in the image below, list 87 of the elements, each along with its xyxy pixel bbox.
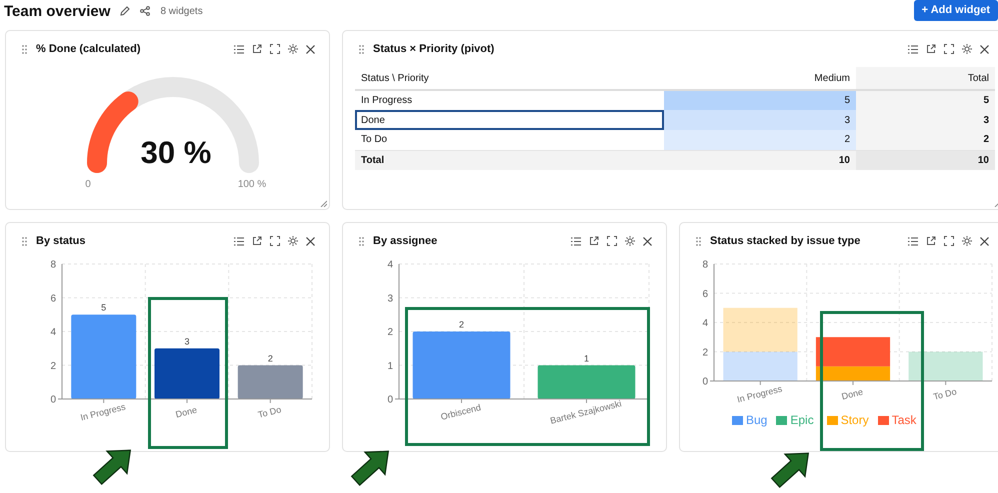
drag-handle-icon[interactable] [696,236,701,246]
expand-icon[interactable] [270,236,280,246]
legend-label[interactable]: Bug [746,413,768,427]
widget-title: By assignee [373,235,438,247]
y-tick-label: 4 [702,318,708,329]
data-label: 2 [459,320,464,330]
external-link-icon[interactable] [926,236,936,246]
sun-icon[interactable] [962,236,972,246]
pencil-icon[interactable] [120,6,130,16]
drag-handle-icon[interactable] [22,236,27,246]
table-cell: 10 [856,150,995,170]
table-cell[interactable]: To Do [355,130,664,150]
gauge-value: 30 % [140,135,212,170]
add-widget-button[interactable]: + Add widget [914,0,998,20]
y-tick-label: 1 [387,360,393,372]
y-tick-label: 4 [387,260,393,270]
x-axis-label: In Progress [79,402,126,422]
close-icon[interactable] [306,44,315,54]
table-cell[interactable]: Done [355,110,664,130]
gauge-min-label: 0 [85,179,91,190]
external-link-icon[interactable] [589,236,599,246]
table-cell: 3 [856,110,995,130]
table-cell: Total [355,150,664,170]
close-icon[interactable] [306,236,315,246]
expand-icon[interactable] [944,44,954,54]
list-icon[interactable] [234,44,244,54]
list-icon[interactable] [908,236,918,246]
external-link-icon[interactable] [926,44,936,54]
y-tick-label: 6 [50,293,56,304]
sun-icon[interactable] [288,44,298,54]
table-cell: 2 [664,130,856,150]
sun-icon[interactable] [625,236,635,246]
table-cell: 2 [856,130,995,150]
close-icon[interactable] [643,236,652,246]
data-label: 3 [184,336,190,346]
x-axis-label: In Progress [736,384,784,404]
expand-icon[interactable] [944,236,954,246]
x-axis-label: To Do [932,386,958,402]
resize-handle-icon[interactable] [320,200,327,207]
widget-title: % Done (calculated) [36,43,141,55]
x-axis-label: To Do [257,404,282,420]
y-tick-label: 6 [702,288,708,300]
expand-icon[interactable] [270,44,280,54]
y-tick-label: 2 [387,327,393,338]
table-cell: 5 [664,90,856,110]
dashboard-title: Team overview [4,2,110,20]
y-tick-label: 3 [387,293,393,304]
x-axis-label: Done [174,404,198,420]
x-axis-label: Done [840,386,864,402]
column-header: Status \ Priority [355,67,664,90]
legend-label[interactable]: Task [892,413,916,427]
close-icon[interactable] [980,236,989,246]
external-link-icon[interactable] [252,236,262,246]
table-cell[interactable]: In Progress [355,90,664,110]
widget-count: 8 widgets [160,6,203,16]
sun-icon[interactable] [962,44,972,54]
y-tick-label: 8 [50,260,56,270]
y-tick-label: 2 [702,347,708,358]
drag-handle-icon[interactable] [22,44,27,54]
y-tick-label: 0 [702,376,708,388]
table-cell: 3 [664,110,856,130]
external-link-icon[interactable] [252,44,262,54]
widget-title: Status × Priority (pivot) [373,43,494,55]
gauge-max-label: 100 % [238,179,266,190]
list-icon[interactable] [571,236,581,246]
close-icon[interactable] [980,44,989,54]
expand-icon[interactable] [607,236,617,246]
table-cell: 5 [856,90,995,110]
drag-handle-icon[interactable] [359,236,364,246]
y-tick-label: 2 [50,360,56,372]
y-tick-label: 4 [50,327,56,338]
column-header: Total [856,67,995,90]
y-tick-label: 8 [702,260,708,270]
y-tick-label: 0 [387,394,393,406]
widget-title: Status stacked by issue type [710,235,860,247]
legend-label[interactable]: Epic [790,413,814,427]
widget-title: By status [36,235,86,247]
list-icon[interactable] [908,44,918,54]
data-label: 1 [584,353,589,364]
data-label: 5 [101,302,106,313]
share-icon[interactable] [140,6,150,16]
list-icon[interactable] [234,236,244,246]
drag-handle-icon[interactable] [359,44,364,54]
data-label: 2 [268,353,273,364]
table-cell: 10 [664,150,856,170]
y-tick-label: 0 [50,394,56,406]
sun-icon[interactable] [288,236,298,246]
